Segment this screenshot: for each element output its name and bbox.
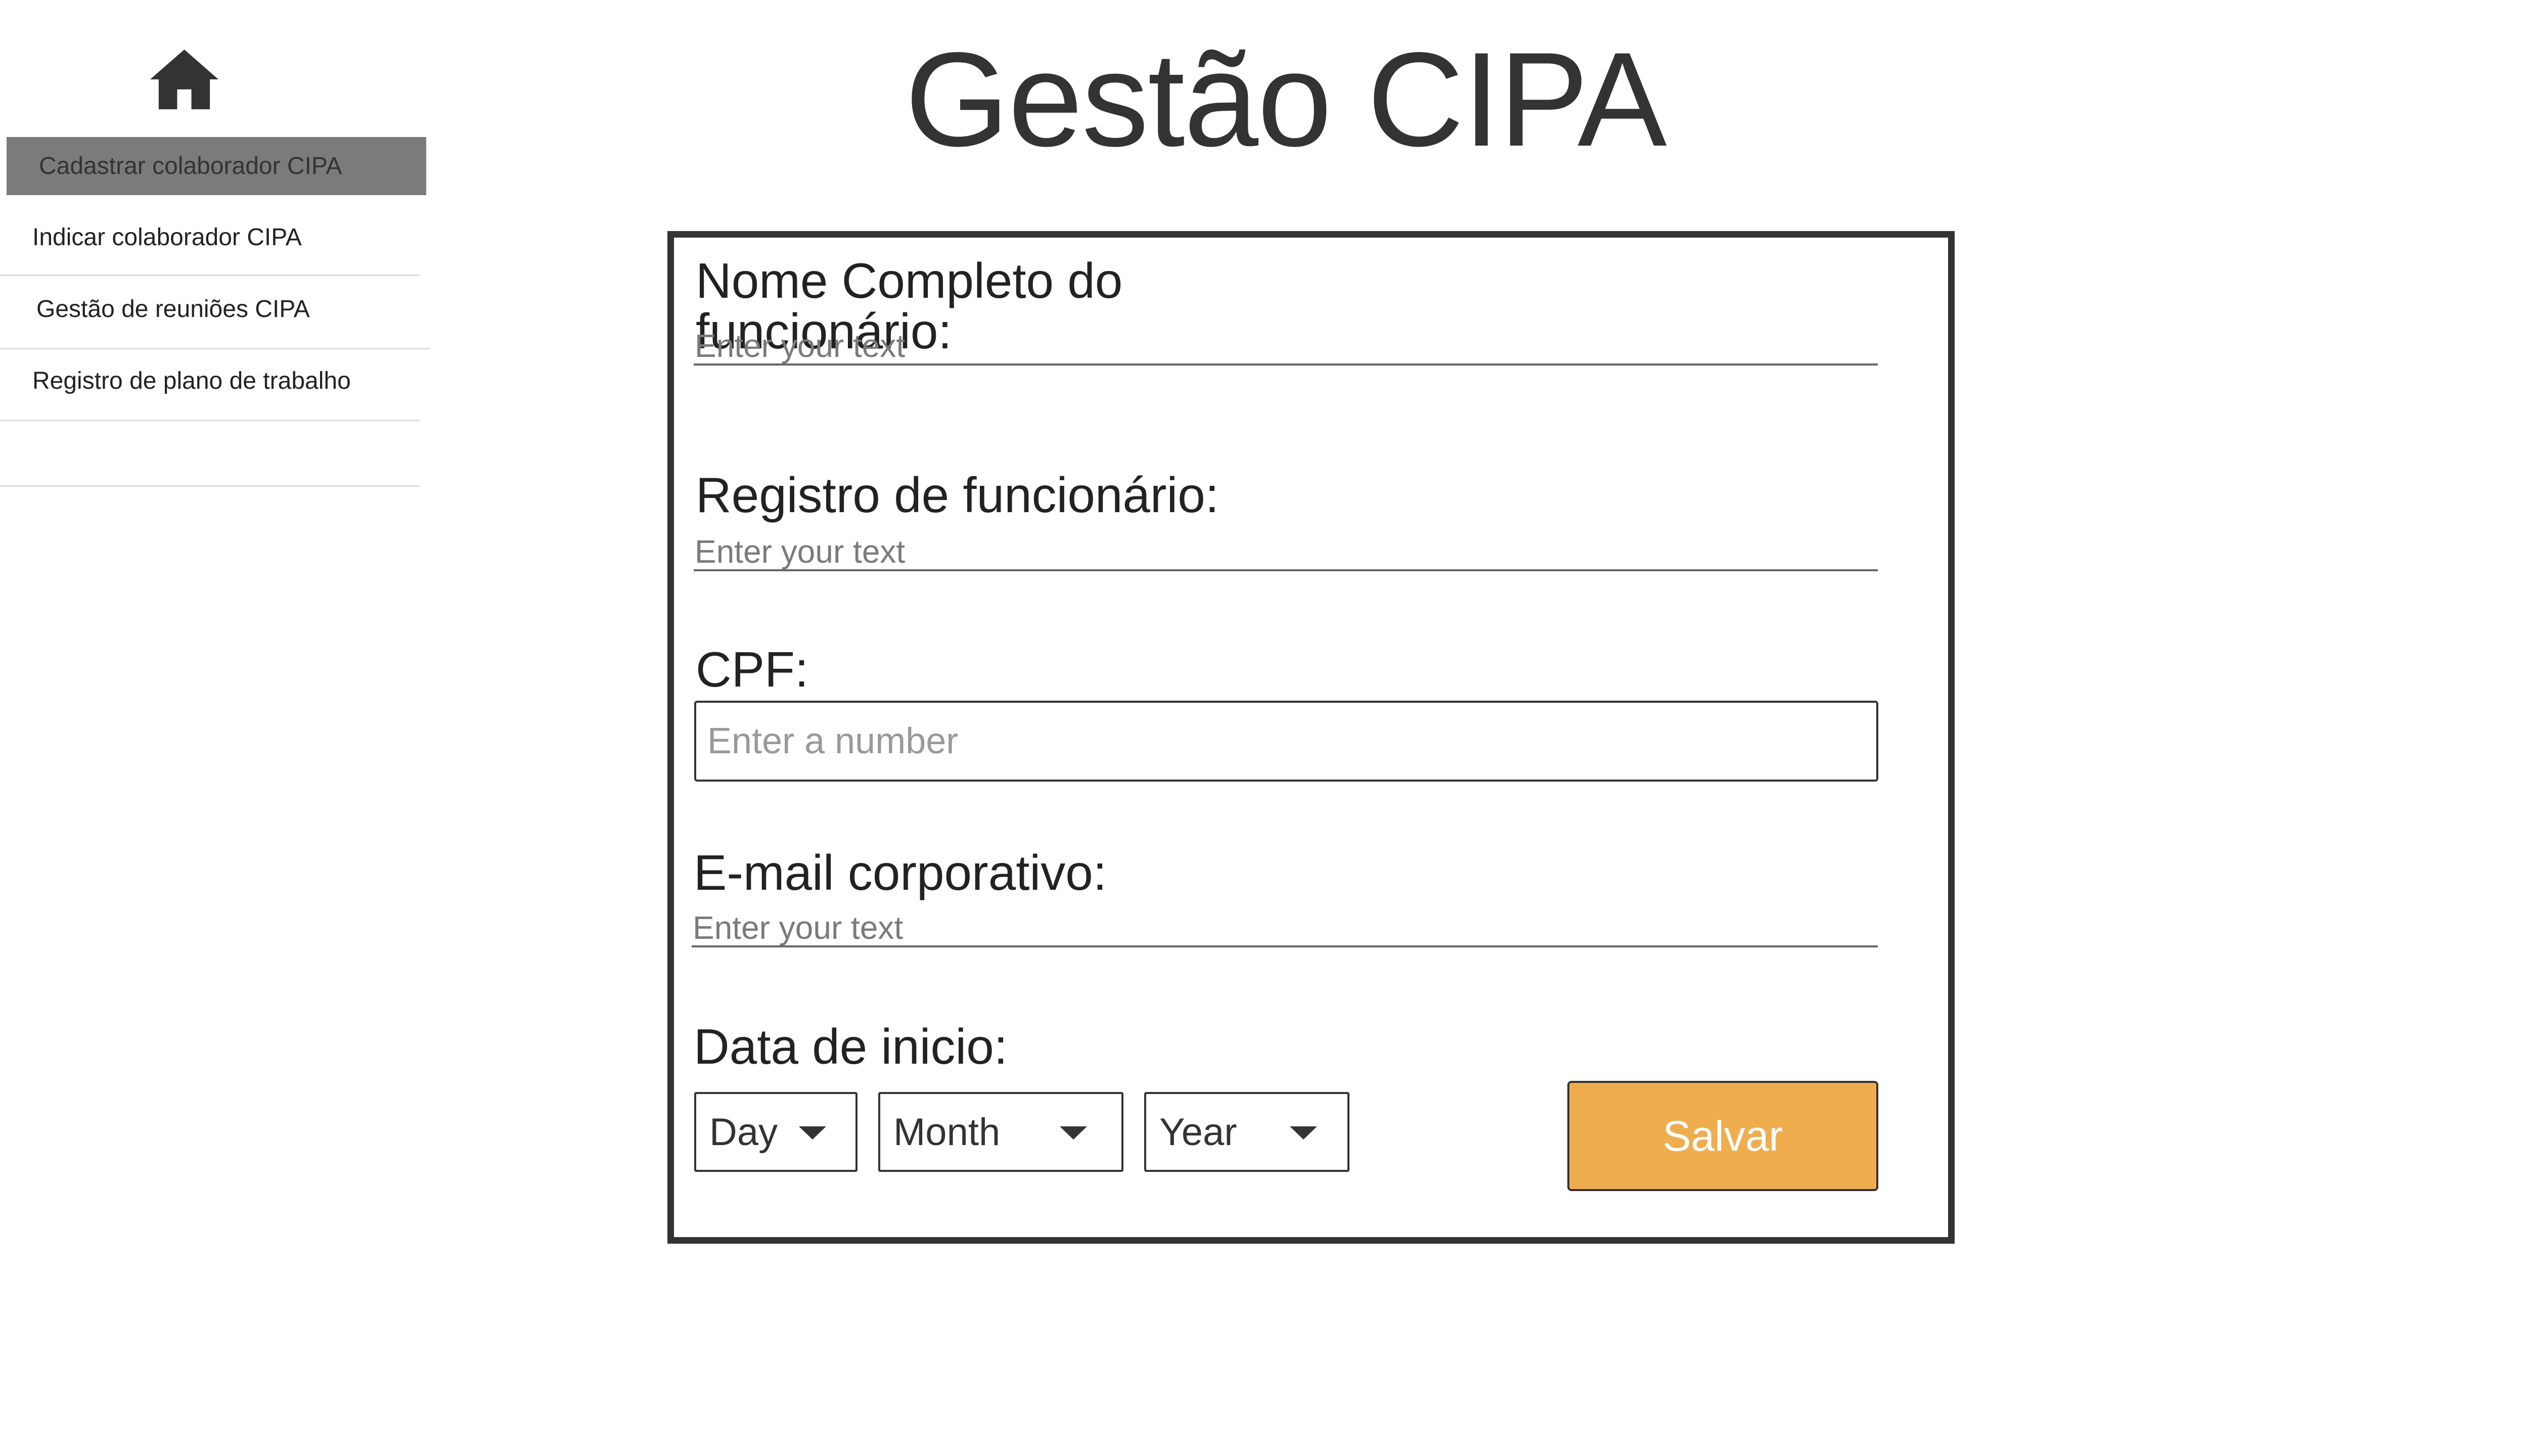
sidebar-item-label: Gestão de reuniões CIPA xyxy=(36,296,310,323)
page-title: Gestão CIPA xyxy=(905,25,1667,174)
save-button[interactable]: Salvar xyxy=(1567,1081,1878,1191)
sidebar-item-gestao-reunioes[interactable]: Gestão de reuniões CIPA xyxy=(36,279,310,340)
chevron-down-icon xyxy=(1060,1126,1087,1140)
month-select[interactable]: Month xyxy=(878,1092,1123,1172)
home-icon[interactable] xyxy=(150,49,218,110)
chevron-down-icon xyxy=(799,1126,826,1140)
name-input[interactable] xyxy=(694,328,1878,366)
day-select[interactable]: Day xyxy=(694,1092,857,1172)
sidebar-item-label: Indicar colaborador CIPA xyxy=(32,224,302,251)
cpf-input[interactable] xyxy=(694,701,1878,782)
save-button-label: Salvar xyxy=(1662,1112,1783,1160)
registro-label: Registro de funcionário: xyxy=(696,467,1220,523)
email-input[interactable] xyxy=(692,910,1878,947)
sidebar-divider xyxy=(0,420,420,421)
year-select-value: Year xyxy=(1159,1110,1237,1154)
sidebar-divider xyxy=(0,275,420,276)
email-label: E-mail corporativo: xyxy=(694,845,1107,900)
sidebar-item-label: Cadastrar colaborador CIPA xyxy=(39,152,342,179)
sidebar-divider xyxy=(0,485,420,487)
sidebar-item-label: Registro de plano de trabalho xyxy=(32,368,351,394)
sidebar-item-cadastrar-colaborador[interactable]: Cadastrar colaborador CIPA xyxy=(7,137,426,195)
cpf-label: CPF: xyxy=(696,642,809,697)
chevron-down-icon xyxy=(1290,1126,1317,1140)
sidebar-item-registro-plano[interactable]: Registro de plano de trabalho xyxy=(32,351,351,412)
day-select-value: Day xyxy=(709,1110,778,1154)
sidebar-item-indicar-colaborador[interactable]: Indicar colaborador CIPA xyxy=(32,207,302,268)
sidebar-divider xyxy=(0,348,430,349)
year-select[interactable]: Year xyxy=(1144,1092,1349,1172)
start-date-label: Data de inicio: xyxy=(694,1019,1008,1074)
month-select-value: Month xyxy=(893,1110,1001,1154)
registro-input[interactable] xyxy=(694,534,1878,571)
